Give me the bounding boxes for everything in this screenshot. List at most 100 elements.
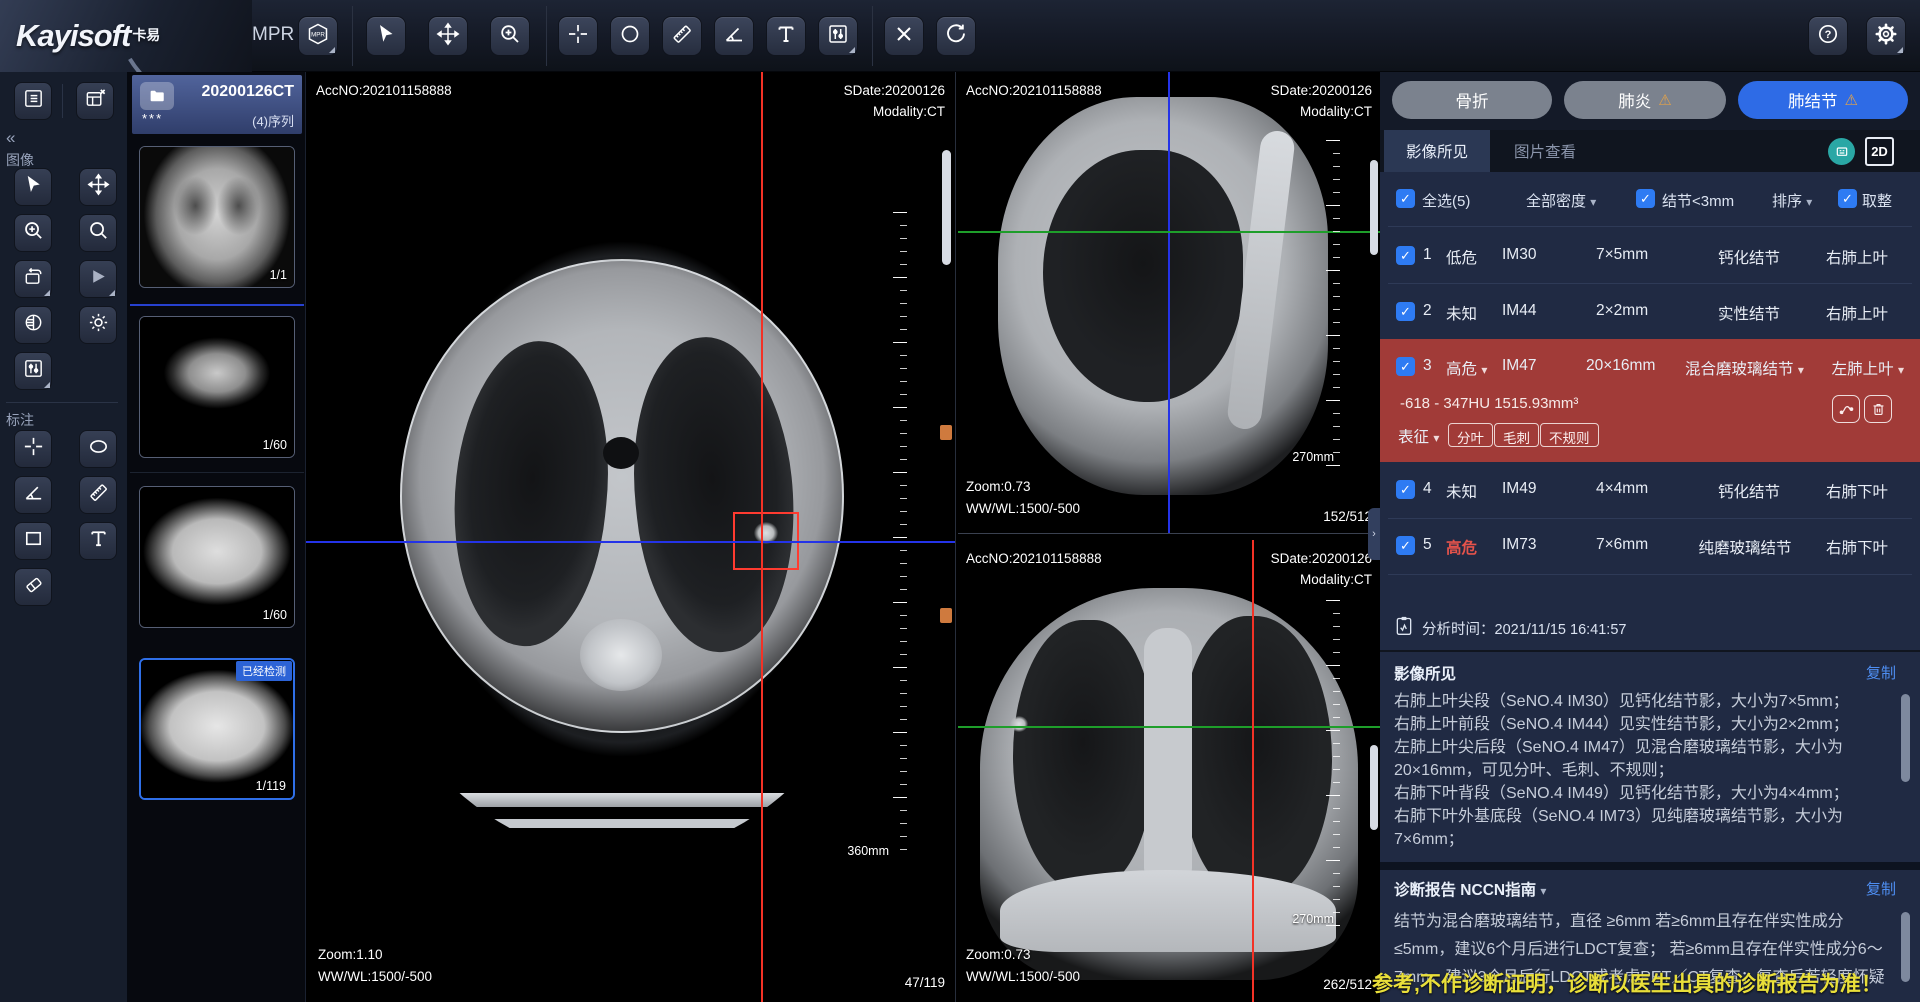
axial-scrollbar-thumb[interactable] (942, 150, 951, 265)
brightness-tool-button[interactable] (79, 306, 117, 344)
features-dropdown[interactable]: 表征 ▾ (1398, 425, 1439, 447)
series-list-button[interactable] (14, 82, 52, 120)
mpr-mode-button[interactable]: MPR (298, 16, 338, 56)
rotate-tool-button[interactable] (14, 260, 52, 298)
copy-report-button[interactable]: 复制 (1866, 878, 1896, 899)
analysis-clipboard-icon (1394, 615, 1414, 642)
report-title[interactable]: 诊断报告 NCCN指南 ▾ (1394, 878, 1546, 900)
row-divider (1388, 226, 1912, 227)
ct-table (447, 793, 847, 807)
thumbnail-series-4-selected[interactable]: 已经检测 1/119 (139, 658, 295, 800)
zoom-in-tool-button[interactable] (14, 214, 52, 252)
text-annotation-button[interactable] (79, 522, 117, 560)
report-chat-button[interactable] (1828, 138, 1855, 165)
sagittal-viewport[interactable]: 270mm AccNO:202101158888 SDate:20200126 … (958, 72, 1380, 534)
row-checkbox[interactable]: ✓ (1396, 480, 1415, 499)
small-nodule-label[interactable]: 结节<3mm (1662, 190, 1734, 211)
active-series-indicator (130, 304, 304, 306)
rectangle-annotation-button[interactable] (14, 522, 52, 560)
ellipse-tool-button[interactable] (610, 16, 650, 56)
feature-tag[interactable]: 毛刺 (1494, 423, 1539, 447)
tab-findings[interactable]: 影像所见 (1384, 130, 1490, 172)
sort-dropdown[interactable]: 排序 ▾ (1772, 190, 1812, 211)
round-label[interactable]: 取整 (1862, 190, 1892, 211)
thumbnail-series-3[interactable]: 1/60 (139, 486, 295, 628)
zoom-in-tool-button[interactable] (490, 16, 530, 56)
nodule-row-3-selected[interactable]: ✓ 3 高危 ▾ IM47 20×16mm 混合磨玻璃结节 ▾ 左肺上叶 ▾ -… (1380, 339, 1920, 462)
module-lung-nodule-button[interactable]: 肺结节⚠ (1738, 81, 1908, 119)
axial-horizontal-reference-line[interactable] (306, 541, 956, 543)
coronal-vertical-reference-line[interactable] (1252, 540, 1254, 1002)
panel-collapse-handle[interactable]: › (1368, 508, 1380, 560)
thumbnail-scout[interactable]: 1/1 (139, 146, 295, 288)
magnify-tool-button[interactable] (79, 214, 117, 252)
ruler-annotation-button[interactable] (79, 476, 117, 514)
ruler-tool-button[interactable] (662, 16, 702, 56)
module-pneumonia-button[interactable]: 肺炎⚠ (1564, 81, 1726, 119)
help-button[interactable]: ? (1808, 16, 1848, 56)
2d-view-button[interactable]: 2D (1865, 137, 1894, 166)
cine-play-button[interactable] (79, 260, 117, 298)
cursor-tool-button[interactable] (366, 16, 406, 56)
coronal-scrollbar-thumb[interactable] (1370, 745, 1378, 830)
reset-button[interactable] (936, 16, 976, 56)
settings-button[interactable] (1866, 16, 1906, 56)
follow-up-button[interactable] (1832, 395, 1860, 423)
row-checkbox[interactable]: ✓ (1396, 357, 1415, 376)
copy-findings-button[interactable]: 复制 (1866, 662, 1896, 683)
small-nodule-checkbox[interactable]: ✓ (1636, 189, 1655, 208)
text-tool-button[interactable] (766, 16, 806, 56)
row-checkbox[interactable]: ✓ (1396, 536, 1415, 555)
window-level-tool-button[interactable] (14, 352, 52, 390)
axial-viewport[interactable]: 360mm AccNO:202101158888 SDate:20200126 … (306, 72, 956, 1002)
findings-scrollbar-thumb[interactable] (1901, 694, 1910, 782)
select-all-label[interactable]: 全选(5) (1422, 190, 1470, 211)
row-checkbox[interactable]: ✓ (1396, 302, 1415, 321)
invert-tool-button[interactable] (14, 306, 52, 344)
ruler-icon (87, 481, 110, 509)
eraser-button[interactable] (14, 568, 52, 606)
nodule-number: 5 (1423, 536, 1432, 554)
axial-vertical-reference-line[interactable] (761, 72, 763, 1002)
angle-tool-button[interactable] (714, 16, 754, 56)
feature-tag[interactable]: 不规则 (1540, 423, 1599, 447)
sagittal-horizontal-reference-line[interactable] (958, 231, 1380, 233)
axial-modality: Modality:CT (873, 101, 945, 122)
nodule-position-marker[interactable] (940, 425, 952, 440)
angle-annotation-button[interactable] (14, 476, 52, 514)
window-level-tool-button[interactable] (818, 16, 858, 56)
sagittal-zoom-factor: Zoom:0.73 (966, 476, 1031, 497)
feature-tag[interactable]: 分叶 (1448, 423, 1493, 447)
density-filter-dropdown[interactable]: 全部密度 ▾ (1526, 190, 1596, 211)
nodule-risk-dropdown[interactable]: 高危 ▾ (1446, 357, 1487, 379)
crosshair-tool-button[interactable] (558, 16, 598, 56)
tab-image-view[interactable]: 图片查看 (1492, 130, 1598, 172)
thumbnail-series-2[interactable]: 1/60 (139, 316, 295, 458)
nodule-position-marker[interactable] (940, 608, 952, 623)
crosshair-annotation-button[interactable] (14, 430, 52, 468)
sagittal-scrollbar-thumb[interactable] (1370, 160, 1378, 255)
delete-nodule-button[interactable] (1864, 395, 1892, 423)
select-all-checkbox[interactable]: ✓ (1396, 189, 1415, 208)
nodule-number: 2 (1423, 302, 1432, 320)
row-checkbox[interactable]: ✓ (1396, 246, 1415, 265)
pan-tool-button[interactable] (79, 168, 117, 206)
module-fracture-button[interactable]: 骨折 (1392, 81, 1552, 119)
sagittal-vertical-reference-line[interactable] (1168, 72, 1170, 534)
coronal-horizontal-reference-line[interactable] (958, 726, 1380, 728)
delete-annotation-button[interactable] (884, 16, 924, 56)
pan-tool-button[interactable] (428, 16, 468, 56)
series-header[interactable]: 20200126CT *** (4)序列 (132, 75, 302, 134)
ellipse-annotation-button[interactable] (79, 430, 117, 468)
tab-label: 影像所见 (1406, 140, 1468, 162)
cursor-icon (374, 22, 398, 51)
round-checkbox[interactable]: ✓ (1838, 189, 1857, 208)
nodule-location: 右肺上叶 (1826, 302, 1888, 324)
cursor-tool-button[interactable] (14, 168, 52, 206)
collapse-sidebar-button[interactable]: « (6, 128, 15, 148)
coronal-viewport[interactable]: 270mm AccNO:202101158888 SDate:20200126 … (958, 540, 1380, 1002)
nodule-location-dropdown[interactable]: 左肺上叶 ▾ (1832, 357, 1904, 379)
sagittal-modality: Modality:CT (1300, 101, 1372, 122)
close-series-button[interactable] (76, 82, 114, 120)
nodule-type-dropdown[interactable]: 混合磨玻璃结节 ▾ (1685, 357, 1804, 379)
